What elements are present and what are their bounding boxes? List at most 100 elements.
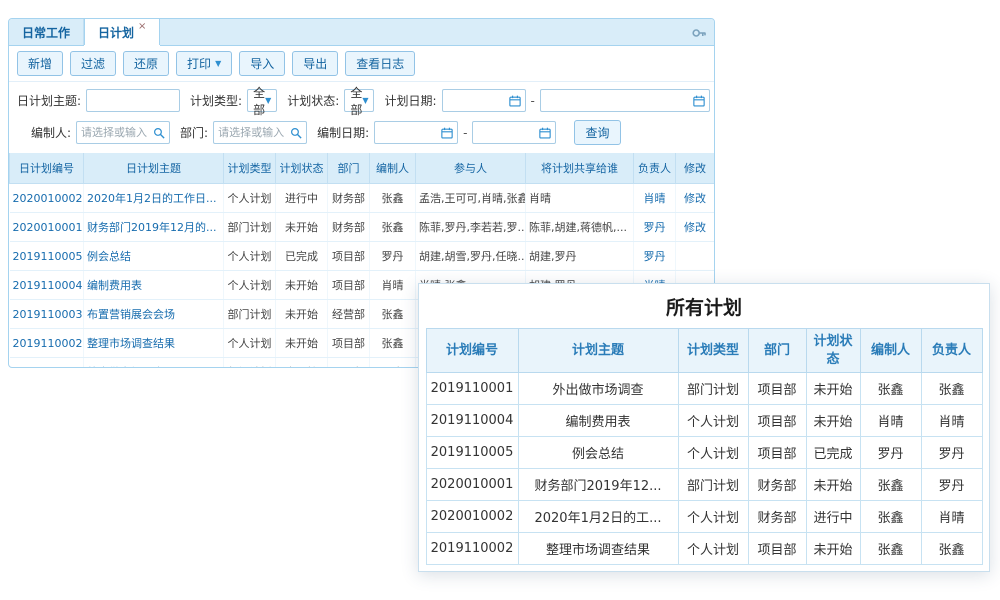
plan-type-cell: 部门计划 [678,373,748,405]
plan-id-cell: 2019110005 [426,437,518,469]
plan-id-link[interactable]: 2019110001 [10,358,84,369]
plan-subject-link[interactable]: 整理市场调查结果 [84,329,224,358]
plan-dept-cell: 经营部 [328,300,370,329]
creator-filter-input[interactable] [81,122,150,143]
column-header: 日计划主题 [84,153,224,184]
compile-date-to-input[interactable] [477,122,536,143]
plan-creator-cell: 肖晴 [370,271,416,300]
plan-type-cell: 部门计划 [224,300,276,329]
plan-subject-link[interactable]: 外出做市场调查 [84,358,224,369]
modify-link[interactable]: 修改 [676,184,715,213]
subject-filter-input[interactable] [91,90,175,111]
table-row[interactable]: 2020010001 财务部门2019年12月的... 部门计划 未开始 财务部… [10,213,715,242]
view-log-button[interactable]: 查看日志 [345,51,415,76]
search-icon[interactable] [290,127,302,139]
export-button[interactable]: 导出 [292,51,338,76]
add-button[interactable]: 新增 [17,51,63,76]
plan-subject-cell: 例会总结 [518,437,678,469]
compile-date-from-input[interactable] [379,122,438,143]
table-row: 2020010002 2020年1月2日的工... 个人计划 财务部 进行中 张… [426,501,982,533]
plan-type-cell: 个人计划 [678,501,748,533]
column-header: 将计划共享给谁 [526,153,634,184]
search-button[interactable]: 查询 [574,120,620,145]
plan-id-link[interactable]: 2019110005 [10,242,84,271]
plan-id-link[interactable]: 2019110002 [10,329,84,358]
column-header: 编制人 [860,329,921,373]
calendar-icon[interactable] [509,95,521,107]
plan-participants-cell: 胡建,胡雪,罗丹,任晓... [416,242,526,271]
plan-date-to-input[interactable] [545,90,690,111]
plan-date-from-input[interactable] [447,90,506,111]
plan-owner-link[interactable]: 罗丹 [634,242,676,271]
plan-type-cell: 部门计划 [224,213,276,242]
import-button[interactable]: 导入 [239,51,285,76]
table-row: 2019110005 例会总结 个人计划 项目部 已完成 罗丹 罗丹 [426,437,982,469]
plan-owner-cell: 罗丹 [921,437,982,469]
column-header: 负责人 [634,153,676,184]
plan-subject-link[interactable]: 布置营销展会会场 [84,300,224,329]
plan-id-link[interactable]: 2020010002 [10,184,84,213]
plan-id-link[interactable]: 2019110004 [10,271,84,300]
plan-creator-cell: 张鑫 [860,469,921,501]
key-icon[interactable] [691,25,707,41]
plan-subject-link[interactable]: 财务部门2019年12月的... [84,213,224,242]
range-separator: - [463,126,467,140]
status-filter-label: 计划状态: [287,92,339,109]
plan-creator-cell: 张鑫 [860,533,921,565]
plan-subject-link[interactable]: 2020年1月2日的工作日... [84,184,224,213]
table-row: 2020010001 财务部门2019年12... 部门计划 财务部 未开始 张… [426,469,982,501]
plan-id-link[interactable]: 2019110003 [10,300,84,329]
dept-filter-input[interactable] [218,122,287,143]
modify-link[interactable]: 修改 [676,213,715,242]
plan-creator-cell: 张鑫 [370,213,416,242]
search-icon[interactable] [153,127,165,139]
column-header: 计划类型 [678,329,748,373]
plan-id-cell: 2019110002 [426,533,518,565]
subject-filter-field [86,89,180,112]
plan-id-link[interactable]: 2020010001 [10,213,84,242]
plan-type-cell: 个人计划 [224,329,276,358]
table-row: 2019110002 整理市场调查结果 个人计划 项目部 未开始 张鑫 张鑫 [426,533,982,565]
filter-button[interactable]: 过滤 [70,51,116,76]
plan-id-cell: 2020010002 [426,501,518,533]
range-separator: - [531,94,535,108]
table-row[interactable]: 2019110005 例会总结 个人计划 已完成 项目部 罗丹 胡建,胡雪,罗丹… [10,242,715,271]
type-filter-select[interactable]: 全部 ▼ [247,89,277,112]
status-filter-select[interactable]: 全部 ▼ [344,89,374,112]
column-header: 部门 [748,329,806,373]
plan-subject-link[interactable]: 编制费用表 [84,271,224,300]
plan-dept-cell: 项目部 [748,405,806,437]
plan-date-from-field [442,89,526,112]
table-row: 2019110004 编制费用表 个人计划 项目部 未开始 肖晴 肖晴 [426,405,982,437]
toolbar: 新增 过滤 还原 打印 ▼ 导入 导出 查看日志 [9,46,714,82]
column-header: 计划类型 [224,153,276,184]
calendar-icon[interactable] [693,95,705,107]
all-plans-title: 所有计划 [419,284,989,328]
plan-owner-link[interactable]: 肖晴 [634,184,676,213]
plan-share-cell: 胡建,罗丹 [526,242,634,271]
plan-subject-link[interactable]: 例会总结 [84,242,224,271]
plan-dept-cell: 项目部 [328,329,370,358]
tab-daily-work[interactable]: 日常工作 [9,19,84,45]
plan-dept-cell: 项目部 [748,437,806,469]
table-row[interactable]: 2020010002 2020年1月2日的工作日... 个人计划 进行中 财务部… [10,184,715,213]
plan-creator-cell: 张鑫 [370,184,416,213]
restore-button[interactable]: 还原 [123,51,169,76]
column-header: 修改 [676,153,715,184]
plan-date-filter-label: 计划日期: [384,92,436,109]
print-button[interactable]: 打印 ▼ [176,51,232,76]
column-header: 部门 [328,153,370,184]
tab-close-icon[interactable]: × [138,22,146,32]
tab-daily-plan[interactable]: 日计划 × [84,19,160,45]
plan-status-cell: 未开始 [806,533,860,565]
plan-type-cell: 个人计划 [678,437,748,469]
compile-date-to-field [472,121,556,144]
calendar-icon[interactable] [441,127,453,139]
type-filter-label: 计划类型: [190,92,242,109]
calendar-icon[interactable] [539,127,551,139]
filter-area: 日计划主题: 计划类型: 全部 ▼ 计划状态: 全部 ▼ 计划日期: - [9,82,714,153]
plan-dept-cell: 财务部 [328,213,370,242]
plan-owner-link[interactable]: 罗丹 [634,213,676,242]
all-plans-table-body: 2019110001 外出做市场调查 部门计划 项目部 未开始 张鑫 张鑫 20… [426,373,982,565]
modify-link[interactable] [676,242,715,271]
